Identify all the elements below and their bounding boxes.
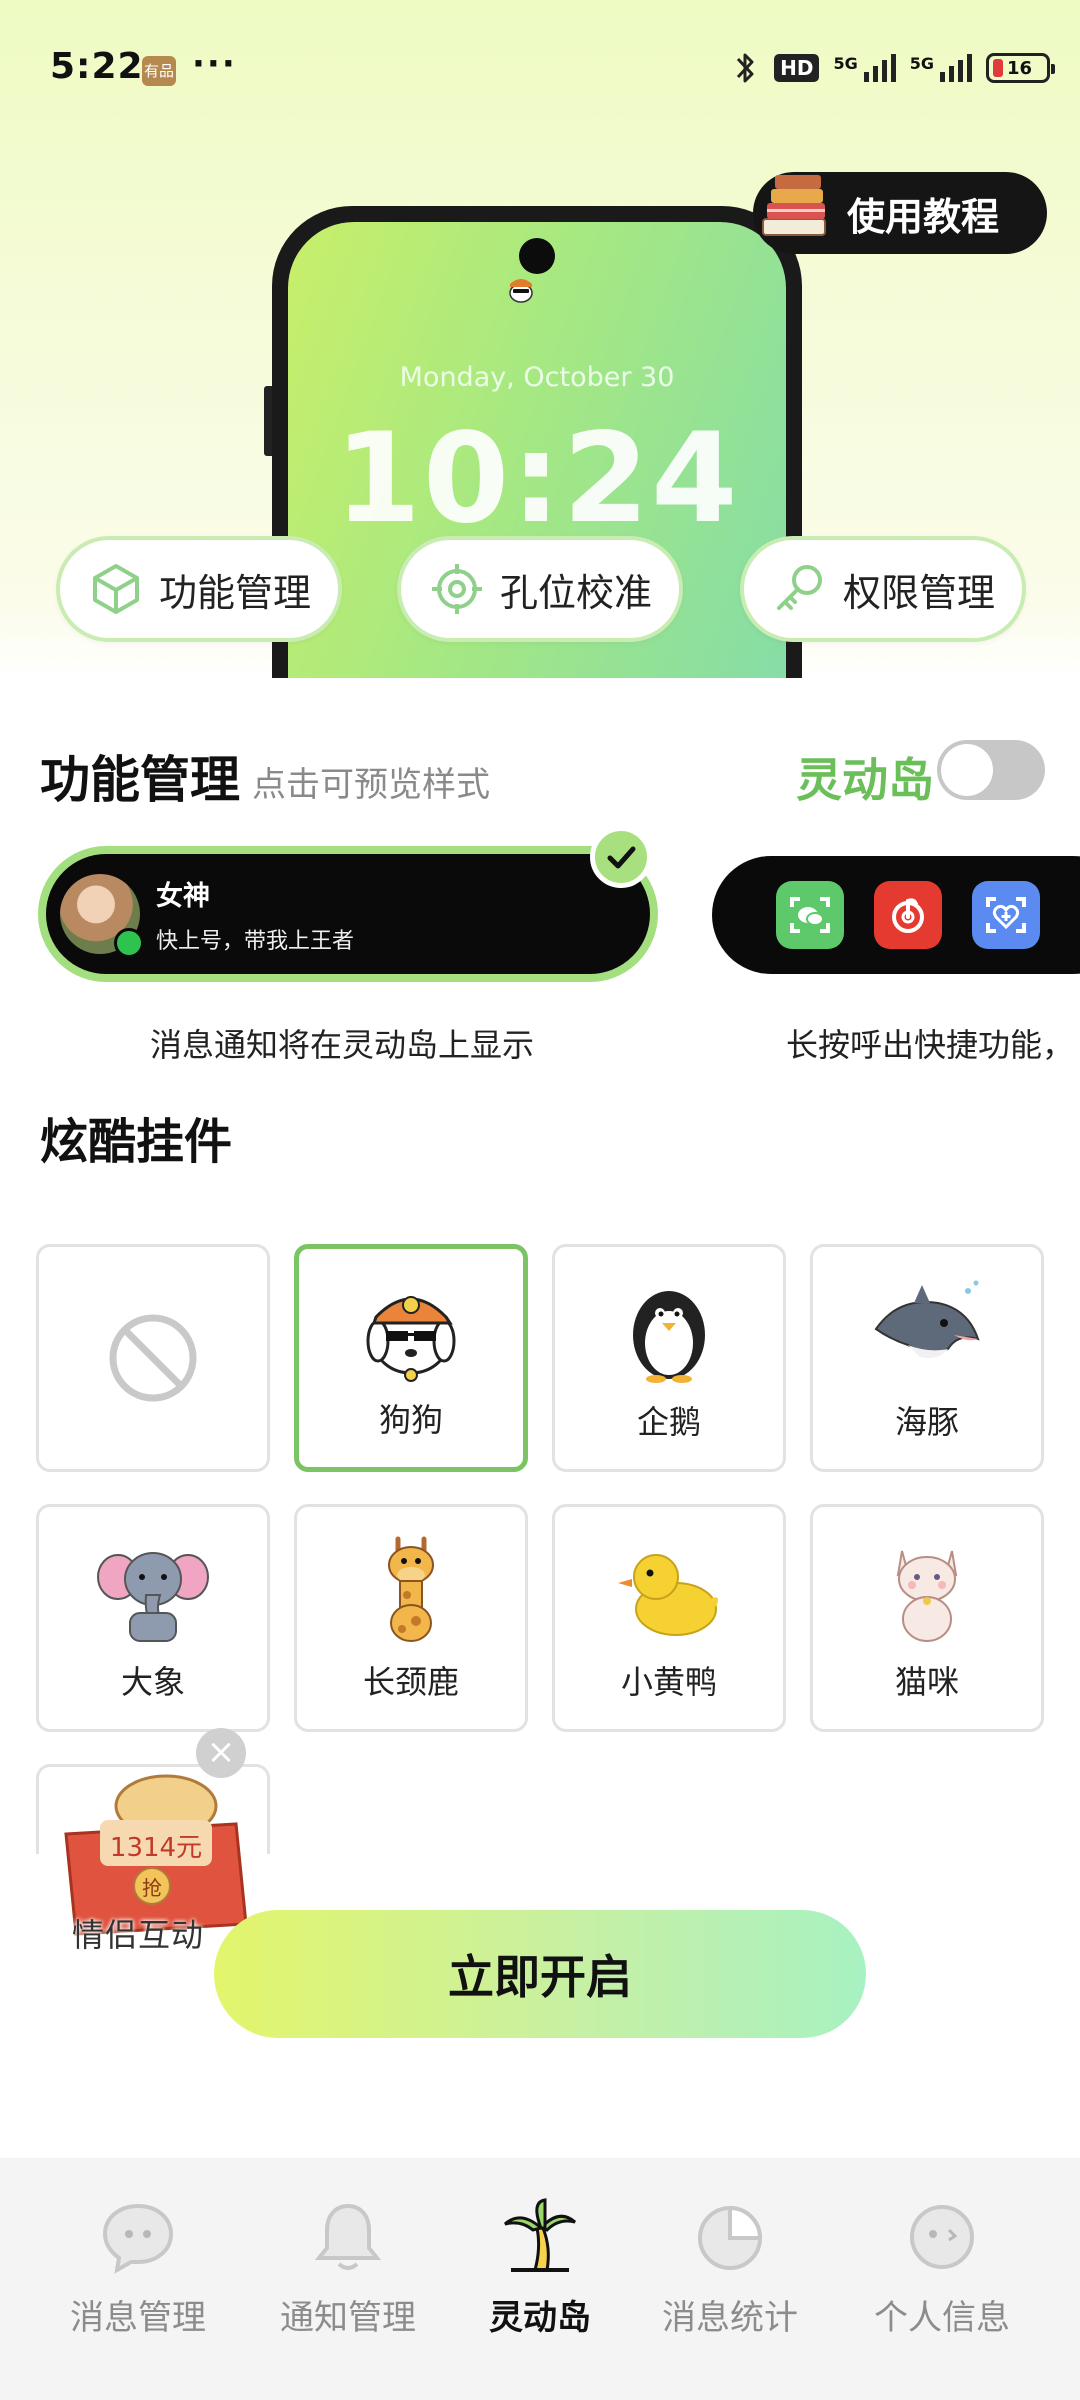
widget-none[interactable]: [36, 1244, 270, 1472]
crosshair-icon: [431, 564, 482, 614]
quick-function-caption: 长按呼出快捷功能，: [786, 1026, 1075, 1064]
tutorial-label: 使用教程: [847, 194, 1000, 239]
netease-music-icon[interactable]: [874, 881, 942, 949]
quick-function-island-style[interactable]: [712, 856, 1080, 974]
widget-label: 海豚: [894, 1403, 959, 1441]
face-icon: [910, 2205, 974, 2269]
bluetooth-icon: [737, 53, 754, 83]
widget-label: 企鹅: [636, 1403, 701, 1441]
wechat-icon: [114, 928, 144, 958]
tutorial-button[interactable]: 使用教程: [753, 172, 1047, 254]
widget-elephant[interactable]: 大象: [36, 1504, 270, 1732]
pie-chart-icon: [698, 2205, 763, 2270]
notification-sender: 女神: [156, 880, 210, 912]
duck-icon: [618, 1554, 718, 1636]
notification-island-style[interactable]: 女神 快上号，带我上王者: [38, 846, 658, 982]
palm-island-icon: [504, 2198, 576, 2272]
bell-icon: [314, 2203, 382, 2270]
widgets-section-title: 炫酷挂件: [40, 1114, 233, 1170]
widget-label: 猫咪: [894, 1663, 959, 1701]
widget-label: 狗狗: [378, 1401, 443, 1439]
widget-cat[interactable]: 猫咪: [810, 1504, 1044, 1732]
widget-duck[interactable]: 小黄鸭: [552, 1504, 786, 1732]
widget-label: 小黄鸭: [620, 1663, 717, 1701]
status-time: 5:22: [50, 46, 144, 87]
feature-management-button[interactable]: 功能管理: [56, 536, 342, 642]
signal-icon-2: 5G: [910, 54, 972, 82]
svg-text:1314元: 1314元: [110, 1833, 202, 1863]
widget-dolphin[interactable]: 海豚: [810, 1244, 1044, 1472]
battery-icon: 16: [986, 53, 1055, 83]
books-icon: [762, 175, 826, 236]
health-code-icon[interactable]: [972, 881, 1040, 949]
none-icon: [109, 1314, 197, 1402]
selected-check-icon: [590, 826, 652, 888]
key-icon: [776, 565, 822, 610]
notification-caption: 消息通知将在灵动岛上显示: [150, 1026, 535, 1064]
couple-interaction-label: 情侣互动: [72, 1916, 205, 1954]
camera-notch: [519, 238, 555, 274]
lock-screen: Monday, October 30 10:24: [288, 222, 786, 726]
tab-message-statistics[interactable]: 消息统计: [630, 2198, 830, 2339]
chat-icon: [102, 2203, 174, 2274]
widget-giraffe[interactable]: 长颈鹿: [294, 1504, 528, 1732]
hd-icon: HD: [774, 54, 820, 82]
dog-pendant-icon: [509, 279, 533, 303]
bottom-tab-bar: 消息管理 通知管理 灵动岛 消息统计 个人信息: [0, 2158, 1080, 2400]
tab-notification-management[interactable]: 通知管理: [248, 2198, 448, 2339]
widget-dog[interactable]: 狗狗: [294, 1244, 528, 1472]
widget-penguin[interactable]: 企鹅: [552, 1244, 786, 1472]
tab-message-management[interactable]: 消息管理: [38, 2198, 238, 2339]
feature-section-hint: 点击可预览样式: [252, 765, 490, 805]
tab-personal-info[interactable]: 个人信息: [842, 2198, 1042, 2339]
close-icon[interactable]: ×: [196, 1728, 246, 1778]
wechat-scan-icon[interactable]: [776, 881, 844, 949]
notification-message: 快上号，带我上王者: [156, 928, 355, 954]
giraffe-icon: [388, 1536, 434, 1642]
lock-time: 10:24: [334, 407, 740, 551]
svg-text:抢: 抢: [142, 1876, 162, 1900]
dog-icon: [366, 1296, 456, 1382]
dynamic-island-label: 灵动岛: [796, 753, 934, 807]
app-badge-icon: 有品: [142, 56, 176, 86]
dynamic-island-toggle[interactable]: [937, 740, 1045, 800]
hole-calibration-button[interactable]: 孔位校准: [397, 536, 683, 642]
cat-icon: [896, 1550, 958, 1642]
permission-management-button[interactable]: 权限管理: [740, 536, 1026, 642]
signal-icon: 5G: [833, 54, 896, 82]
phone-preview: Monday, October 30 10:24: [264, 206, 802, 726]
status-bar: 5:22 有品 ··· HD 5G 5G 16: [0, 0, 1080, 120]
cube-icon: [92, 564, 139, 614]
more-notifications-icon: ···: [192, 44, 237, 84]
lock-date: Monday, October 30: [399, 362, 675, 393]
tab-dynamic-island[interactable]: 灵动岛: [440, 2198, 640, 2339]
feature-section-title: 功能管理: [40, 751, 240, 809]
penguin-icon: [633, 1291, 705, 1383]
dolphin-icon: [874, 1280, 980, 1358]
elephant-icon: [97, 1552, 209, 1642]
widget-label: 长颈鹿: [362, 1663, 459, 1701]
widget-label: 大象: [120, 1663, 185, 1701]
enable-now-button[interactable]: 立即开启: [214, 1910, 866, 2038]
avatar: [60, 874, 144, 958]
